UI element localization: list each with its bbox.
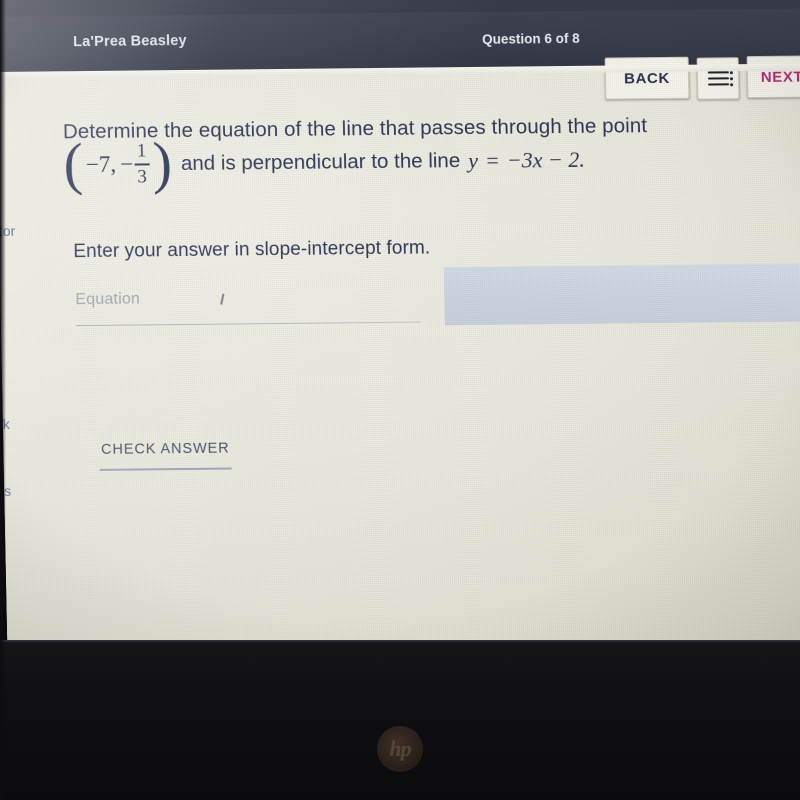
question-math-line: ( −7, − 1 3 ) and is perpendicular to th…	[63, 130, 586, 196]
answer-format-instruction: Enter your answer in slope-intercept for…	[73, 237, 431, 263]
fraction-numerator: 1	[136, 140, 147, 162]
bezel-highlight	[0, 640, 800, 643]
laptop-screen: DELTAMATH Help La'Prea Beasley Question …	[0, 0, 800, 676]
equation-lhs: y	[467, 147, 479, 173]
hp-logo: hp	[377, 726, 423, 772]
laptop-bottom-bezel: hp	[0, 640, 800, 800]
equation-equals: =	[484, 147, 501, 173]
equation-input[interactable]: Equation	[75, 288, 421, 327]
equation-input-underline	[75, 321, 421, 327]
equation-input-placeholder: Equation	[75, 290, 141, 309]
check-answer-underline	[99, 467, 232, 471]
check-answer-label: CHECK ANSWER	[100, 440, 230, 458]
point-y-fraction: 1 3	[134, 140, 150, 188]
equation-rhs: −3x − 2.	[506, 146, 586, 173]
check-answer-button[interactable]: CHECK ANSWER	[99, 441, 232, 471]
deltamath-logo: DELTAMATH	[56, 0, 282, 5]
hp-logo-text: hp	[389, 736, 411, 761]
question-counter: Question 6 of 8	[482, 30, 580, 47]
left-edge-shadow	[0, 0, 6, 800]
student-name: La'Prea Beasley	[72, 32, 187, 51]
point-y-sign: −	[119, 151, 134, 177]
question-prompt-line-2: and is perpendicular to the line	[180, 148, 461, 175]
assignment-nav-bar: La'Prea Beasley Question 6 of 8 BACK NEX…	[0, 8, 800, 100]
question-content: Determine the equation of the line that …	[0, 70, 800, 675]
point-x-value: −7,	[85, 151, 117, 177]
browser-viewport: DELTAMATH Help La'Prea Beasley Question …	[0, 0, 800, 676]
fraction-denominator: 3	[137, 165, 148, 188]
answer-preview-panel	[443, 263, 800, 326]
fraction-bar	[134, 163, 150, 166]
photo-of-laptop-screen: DELTAMATH Help La'Prea Beasley Question …	[0, 0, 800, 800]
ordered-pair: −7, − 1 3	[82, 140, 153, 188]
